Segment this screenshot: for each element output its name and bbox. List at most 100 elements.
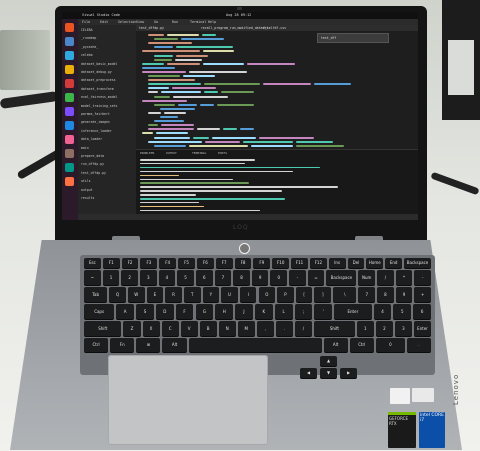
explorer-item[interactable]: test_dffdp.py <box>81 171 106 175</box>
key[interactable]: Tab <box>84 287 108 302</box>
arrow-key[interactable]: ▲ <box>320 356 337 366</box>
key[interactable] <box>188 338 322 352</box>
terminal-tab[interactable]: PROBLEMS <box>140 151 154 155</box>
key[interactable]: 1 <box>356 321 374 336</box>
key[interactable]: F11 <box>291 258 308 268</box>
key[interactable]: F <box>175 304 194 319</box>
dock-app-icon[interactable] <box>65 177 74 186</box>
key[interactable]: A <box>116 304 135 319</box>
key[interactable]: F1 <box>102 258 120 268</box>
key[interactable]: Alt <box>162 338 187 352</box>
power-button-icon[interactable] <box>239 243 250 254</box>
explorer-item[interactable]: dataset_basic_model <box>81 62 117 66</box>
key[interactable]: F6 <box>196 258 214 268</box>
dock-app-icon[interactable] <box>65 51 74 60</box>
key[interactable]: 3 <box>139 270 157 285</box>
key[interactable]: , <box>256 321 274 336</box>
key[interactable]: F3 <box>140 258 158 268</box>
key[interactable]: 6 <box>413 304 431 319</box>
key[interactable]: - <box>289 270 306 285</box>
key[interactable]: Fn <box>110 338 135 352</box>
dock-app-icon[interactable] <box>65 163 74 172</box>
editor-tab[interactable]: test_dffdp.py <box>139 26 164 30</box>
key[interactable]: Shift <box>84 321 122 336</box>
dock-app-icon[interactable] <box>65 93 74 102</box>
find-box[interactable]: test_dff <box>317 33 389 43</box>
key[interactable]: N <box>218 321 236 336</box>
key[interactable]: [ <box>295 287 313 302</box>
explorer-item[interactable]: results <box>81 196 94 200</box>
key[interactable]: E <box>146 287 164 302</box>
key[interactable]: ' <box>314 304 333 319</box>
key[interactable]: 6 <box>195 270 213 285</box>
key[interactable]: ] <box>314 287 332 302</box>
explorer-item[interactable]: output <box>81 188 93 192</box>
explorer-item[interactable]: generate_images <box>81 120 110 124</box>
key[interactable]: Num <box>358 270 376 285</box>
key[interactable]: U <box>221 287 238 302</box>
key[interactable]: H <box>215 304 234 319</box>
dock-app-icon[interactable] <box>65 23 74 32</box>
explorer-item[interactable]: run_dffdp.py <box>81 162 104 166</box>
explorer-item[interactable]: utils <box>81 179 91 183</box>
key[interactable]: 4 <box>158 270 176 285</box>
key[interactable]: R <box>165 287 182 302</box>
key[interactable]: C <box>161 321 179 336</box>
key[interactable]: Del <box>347 258 365 268</box>
explorer-item[interactable]: dataset_debug.py <box>81 70 112 74</box>
key[interactable]: J <box>235 304 253 319</box>
explorer-item[interactable]: data_loader <box>81 137 102 141</box>
key[interactable]: 4 <box>373 304 392 319</box>
explorer-item[interactable]: params_fairbert <box>81 112 110 116</box>
key[interactable]: - <box>414 270 431 285</box>
key[interactable]: 2 <box>121 270 138 285</box>
key[interactable]: X <box>142 321 160 336</box>
editor-tab[interactable]: recall_program_run_modified_dataset <box>201 26 268 30</box>
key[interactable]: . <box>275 321 293 336</box>
key[interactable]: Backspace <box>326 270 357 285</box>
key[interactable]: F5 <box>178 258 195 268</box>
key[interactable]: V <box>180 321 198 336</box>
explorer-item[interactable]: CELEBA <box>81 28 93 32</box>
key[interactable]: 7 <box>214 270 232 285</box>
explorer-item[interactable]: _pycache_ <box>81 45 98 49</box>
explorer-item[interactable]: inference_loader <box>81 129 112 133</box>
key[interactable]: 5 <box>393 304 412 319</box>
key[interactable]: 2 <box>375 321 393 336</box>
menu-item[interactable]: Run <box>172 20 178 24</box>
menu-item[interactable]: File <box>82 20 90 24</box>
key[interactable]: / <box>377 270 394 285</box>
key[interactable]: Ins <box>328 258 346 268</box>
key[interactable]: Ctrl <box>84 338 109 352</box>
key[interactable]: F10 <box>272 258 290 268</box>
key[interactable]: 8 <box>233 270 250 285</box>
key[interactable]: I <box>239 287 257 302</box>
key[interactable]: 0 <box>375 338 405 352</box>
key[interactable]: F4 <box>159 258 177 268</box>
explorer-item[interactable]: celeba <box>81 53 93 57</box>
key[interactable]: 8 <box>377 287 394 302</box>
key[interactable]: L <box>274 304 293 319</box>
key[interactable]: / <box>294 321 312 336</box>
explorer-item[interactable]: _rundeep <box>81 36 96 40</box>
key[interactable]: Q <box>109 287 126 302</box>
key[interactable]: \ <box>333 287 357 302</box>
terminal-tab[interactable]: OUTPUT <box>166 151 177 155</box>
menu-item[interactable]: Help <box>208 20 216 24</box>
key[interactable]: Y <box>202 287 220 302</box>
key[interactable]: Caps <box>84 304 115 319</box>
explorer-item[interactable]: dataset_transform <box>81 87 114 91</box>
key[interactable]: 7 <box>358 287 376 302</box>
explorer-item[interactable]: eval_fairness_model <box>81 95 117 99</box>
key[interactable]: Alt <box>323 338 348 352</box>
key[interactable]: M <box>237 321 255 336</box>
key[interactable]: S <box>136 304 154 319</box>
key[interactable]: O <box>258 287 276 302</box>
key[interactable]: ⊞ <box>136 338 161 352</box>
dock-app-icon[interactable] <box>65 37 74 46</box>
key[interactable]: W <box>127 287 145 302</box>
dock-app-icon[interactable] <box>65 65 74 74</box>
key[interactable]: End <box>385 258 403 268</box>
key[interactable]: F12 <box>309 258 327 268</box>
key[interactable]: 5 <box>177 270 194 285</box>
